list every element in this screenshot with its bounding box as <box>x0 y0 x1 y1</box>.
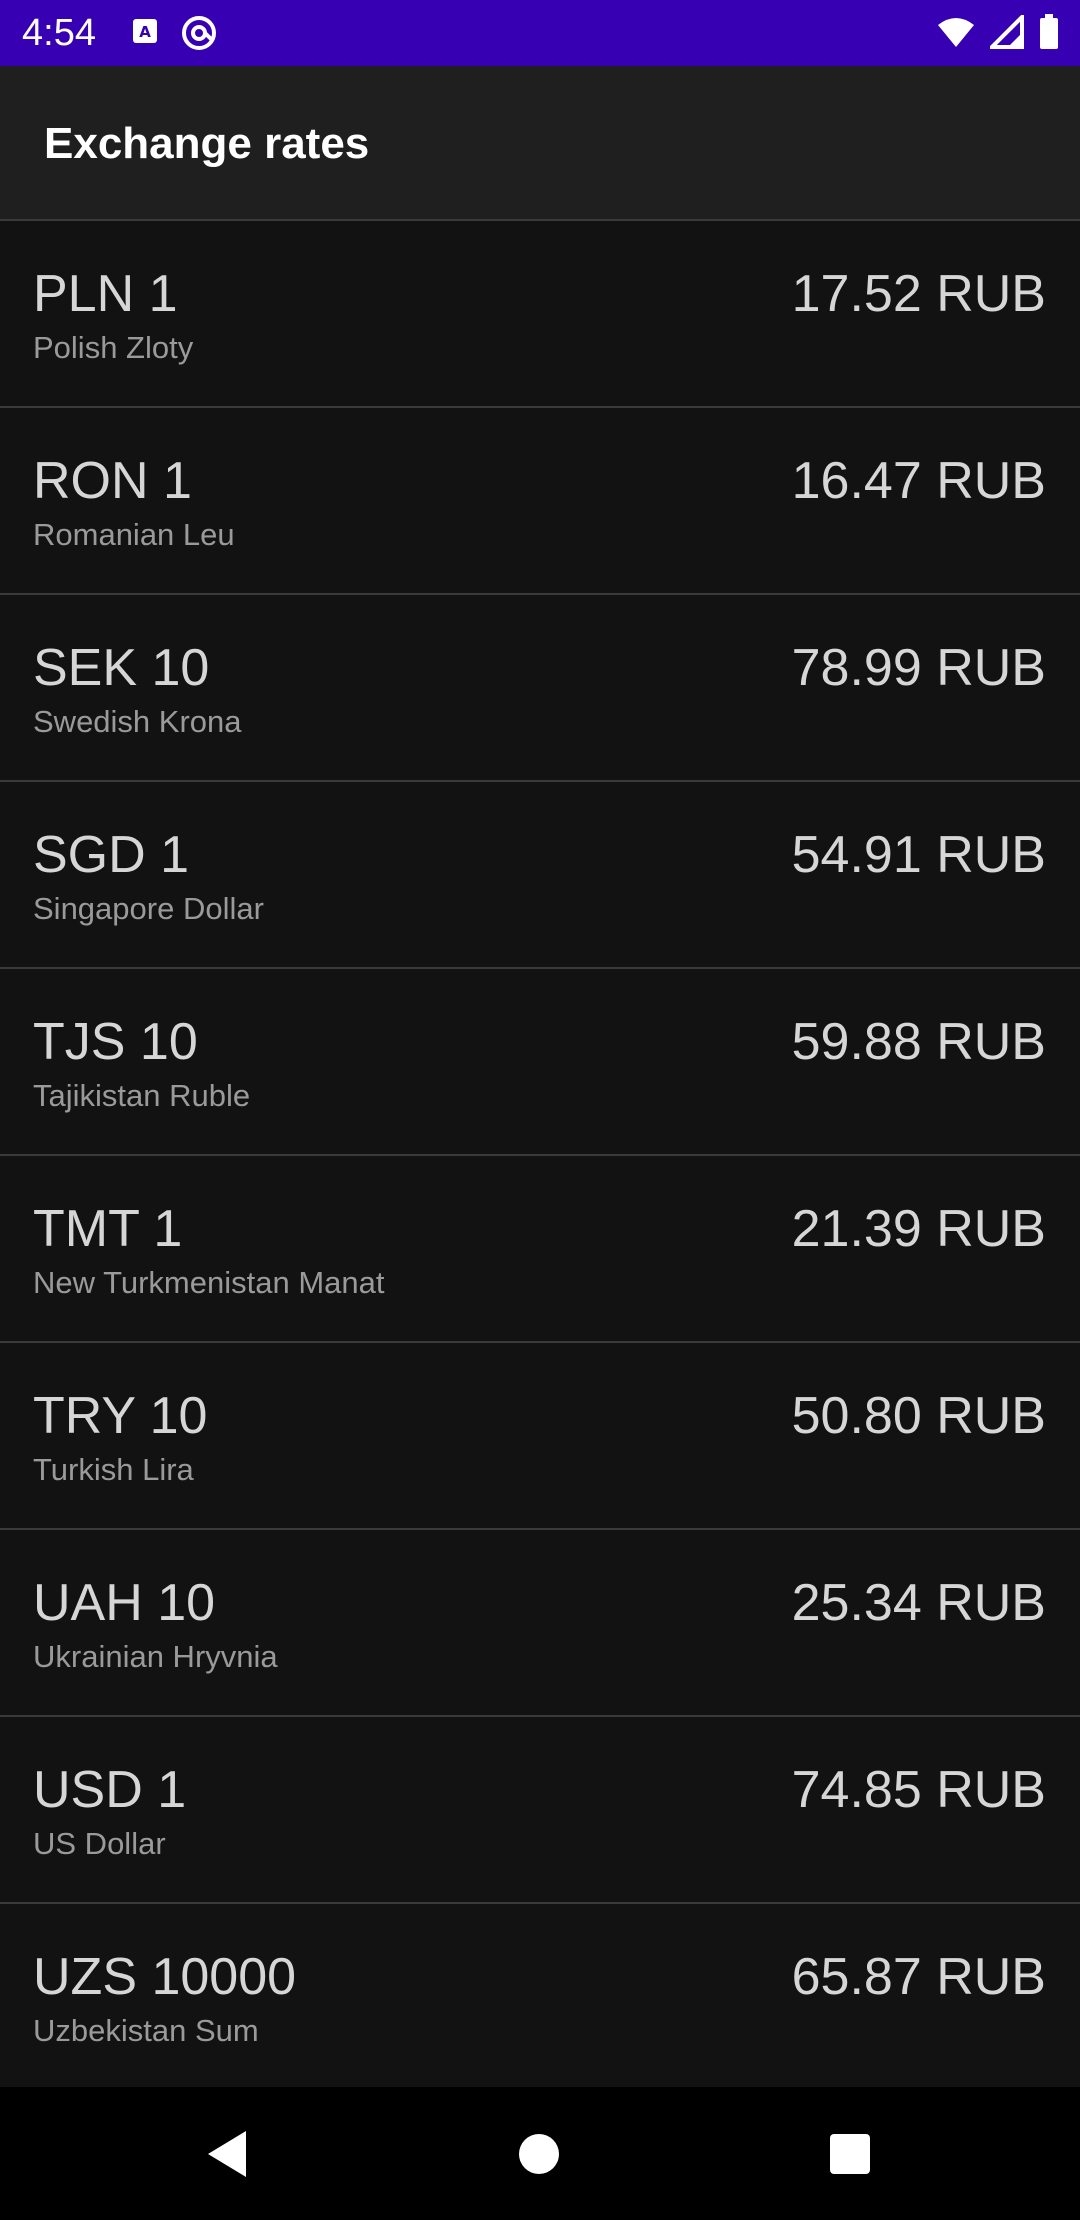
text-accessibility-icon: A <box>130 14 160 57</box>
currency-code: USD 1 <box>33 1761 187 1819</box>
currency-name: Turkish Lira <box>33 1452 194 1487</box>
cellular-signal-icon <box>987 12 1024 54</box>
currency-code: SGD 1 <box>33 826 190 884</box>
page-title: Exchange rates <box>44 119 370 168</box>
currency-name: US Dollar <box>33 1826 166 1861</box>
wifi-icon <box>936 15 976 54</box>
list-item[interactable]: PLN 1 Polish Zloty 17.52 RUB <box>0 221 1080 408</box>
list-item[interactable]: SEK 10 Swedish Krona 78.99 RUB <box>0 595 1080 782</box>
exchange-rate: 74.85 RUB <box>791 1761 1046 1819</box>
list-item[interactable]: SGD 1 Singapore Dollar 54.91 RUB <box>0 782 1080 969</box>
currency-code: PLN 1 <box>33 265 178 323</box>
currency-name: New Turkmenistan Manat <box>33 1265 385 1300</box>
back-icon[interactable] <box>202 2127 256 2181</box>
app-bar: Exchange rates <box>0 66 1080 221</box>
currency-code: SEK 10 <box>33 639 210 697</box>
home-icon[interactable] <box>512 2127 566 2181</box>
list-item[interactable]: RON 1 Romanian Leu 16.47 RUB <box>0 408 1080 595</box>
exchange-rate: 17.52 RUB <box>791 265 1046 323</box>
status-left-icons: A <box>130 14 218 57</box>
exchange-rate: 65.87 RUB <box>791 1948 1046 2006</box>
currency-name: Polish Zloty <box>33 330 194 365</box>
exchange-rate: 25.34 RUB <box>791 1574 1046 1632</box>
list-item[interactable]: USD 1 US Dollar 74.85 RUB <box>0 1717 1080 1904</box>
exchange-rate: 59.88 RUB <box>791 1013 1046 1071</box>
currency-name: Swedish Krona <box>33 704 242 739</box>
currency-code: RON 1 <box>33 452 192 510</box>
currency-code: TMT 1 <box>33 1200 183 1258</box>
currency-name: Uzbekistan Sum <box>33 2013 259 2048</box>
exchange-rate: 21.39 RUB <box>791 1200 1046 1258</box>
currency-name: Ukrainian Hryvnia <box>33 1639 278 1674</box>
exchange-rate: 78.99 RUB <box>791 639 1046 697</box>
battery-icon <box>1038 14 1060 55</box>
svg-text:A: A <box>139 23 151 41</box>
currency-code: TJS 10 <box>33 1013 198 1071</box>
currency-code: UZS 10000 <box>33 1948 297 2006</box>
currency-name: Singapore Dollar <box>33 891 264 926</box>
status-right-icons <box>936 12 1060 55</box>
status-time: 4:54 <box>22 12 96 54</box>
exchange-rate: 16.47 RUB <box>791 452 1046 510</box>
list-item[interactable]: UZS 10000 Uzbekistan Sum 65.87 RUB <box>0 1904 1080 2087</box>
list-item[interactable]: TJS 10 Tajikistan Ruble 59.88 RUB <box>0 969 1080 1156</box>
currency-code: TRY 10 <box>33 1387 208 1445</box>
list-item[interactable]: UAH 10 Ukrainian Hryvnia 25.34 RUB <box>0 1530 1080 1717</box>
list-item[interactable]: TRY 10 Turkish Lira 50.80 RUB <box>0 1343 1080 1530</box>
list-item[interactable]: TMT 1 New Turkmenistan Manat 21.39 RUB <box>0 1156 1080 1343</box>
at-sign-icon <box>180 14 218 57</box>
recents-icon[interactable] <box>823 2127 877 2181</box>
currency-name: Tajikistan Ruble <box>33 1078 251 1113</box>
exchange-rate-list[interactable]: PLN 1 Polish Zloty 17.52 RUB RON 1 Roman… <box>0 221 1080 2087</box>
currency-code: UAH 10 <box>33 1574 216 1632</box>
status-bar: 4:54 A <box>0 0 1080 66</box>
navigation-bar <box>0 2087 1080 2220</box>
currency-name: Romanian Leu <box>33 517 235 552</box>
exchange-rate: 50.80 RUB <box>791 1387 1046 1445</box>
exchange-rate: 54.91 RUB <box>791 826 1046 884</box>
